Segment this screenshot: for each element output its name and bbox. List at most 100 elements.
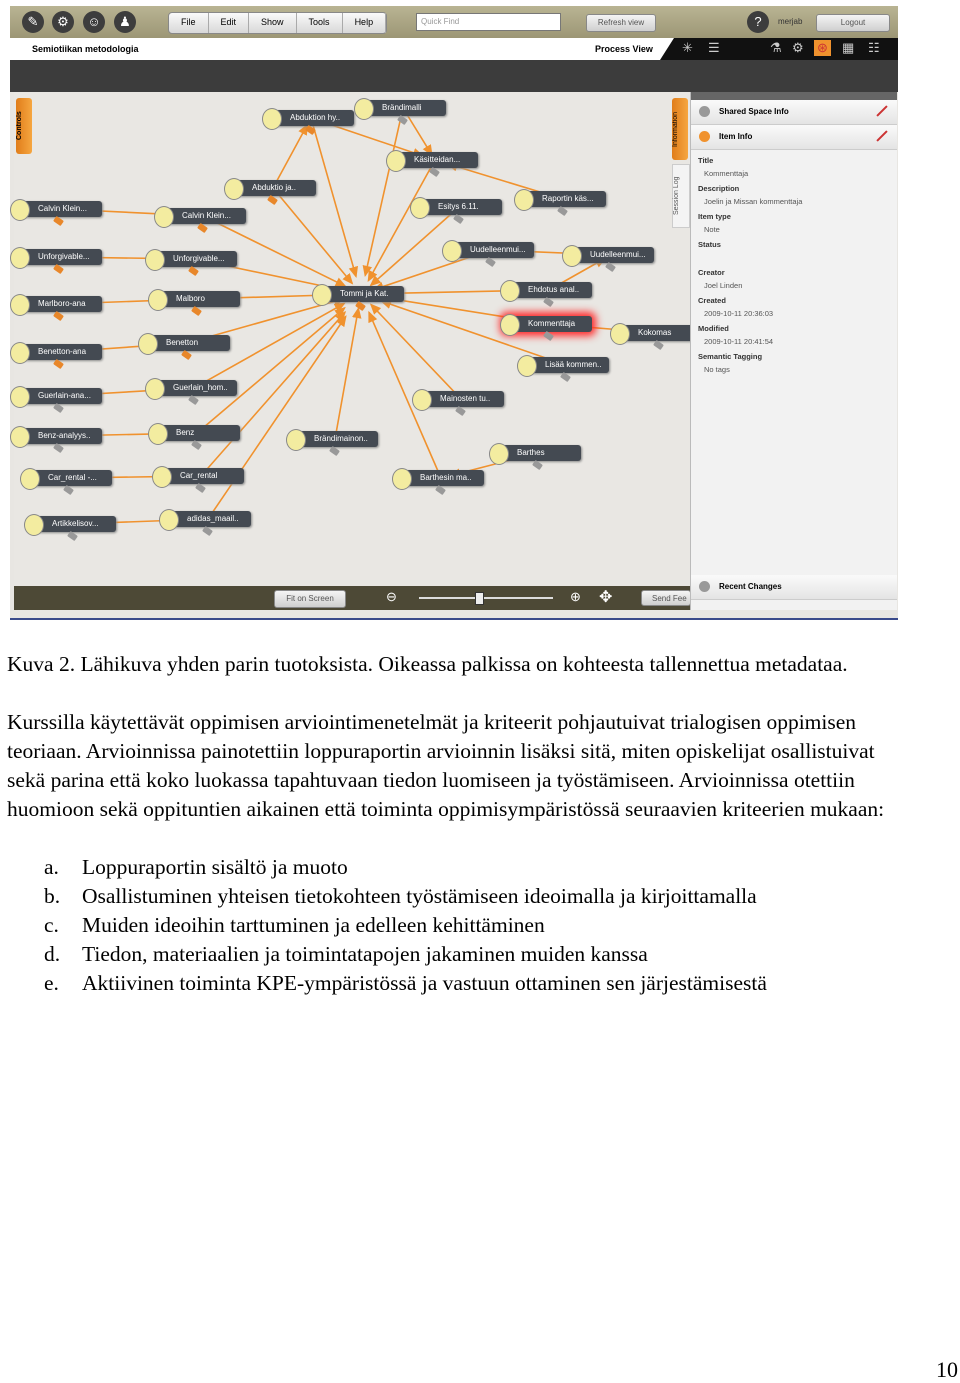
field-label: Description (698, 184, 740, 193)
note-icon (10, 294, 30, 316)
quick-find-input[interactable]: Quick Find (416, 13, 561, 31)
zoom-in-icon[interactable]: ⊕ (570, 589, 581, 605)
flask-icon[interactable]: ⚗ (770, 40, 782, 56)
process-graph-canvas[interactable]: Controls Abduktion hy.. Brändimalli Käsitt… (10, 92, 702, 586)
note-icon (412, 389, 432, 411)
graph-node[interactable]: adidas_maail.. (159, 509, 251, 537)
field-value (704, 253, 897, 262)
menu-help[interactable]: Help (343, 13, 387, 33)
graph-node[interactable]: Benetton (138, 333, 230, 361)
zoom-out-icon[interactable]: ⊖ (386, 589, 397, 605)
graph-node[interactable]: Tommi ja Kat. (312, 284, 404, 312)
note-icon (20, 468, 40, 490)
graph-node[interactable]: Car_rental -... (20, 468, 112, 496)
field-label: Semantic Tagging (698, 352, 763, 361)
grid-view-icon[interactable]: ▦ (842, 40, 854, 56)
note-icon (500, 314, 520, 336)
menu-show[interactable]: Show (249, 13, 297, 33)
zoom-slider-thumb[interactable] (475, 592, 485, 605)
zoom-slider[interactable] (419, 592, 553, 605)
graph-node[interactable]: Abduktion hy.. (262, 108, 354, 136)
process-view-icon[interactable]: ⊛ (814, 40, 831, 56)
graph-node[interactable]: Unforgivable... (145, 249, 237, 277)
graph-node[interactable]: Lisää kommen.. (517, 355, 609, 383)
help-icon[interactable]: ? (747, 11, 769, 33)
graph-node[interactable]: Brändimainon.. (286, 429, 378, 457)
note-icon (154, 206, 174, 228)
menu-tools[interactable]: Tools (297, 13, 343, 33)
node-label: Calvin Klein... (182, 211, 231, 220)
pan-icon[interactable]: ✥ (599, 587, 612, 607)
expand-icon (699, 581, 710, 592)
graph-node[interactable]: Unforgivable... (10, 247, 102, 275)
controls-tab[interactable]: Controls (16, 98, 32, 154)
graph-node[interactable]: Benz (148, 423, 240, 451)
send-feedback-button[interactable]: Send Fee (641, 590, 691, 606)
refresh-view-button[interactable]: Refresh view (586, 14, 656, 32)
graph-node[interactable]: Kokomas (610, 323, 702, 351)
field-label: Modified (698, 324, 729, 333)
note-icon (562, 245, 582, 267)
field-label: Title (698, 156, 714, 165)
menu-file[interactable]: File (169, 13, 209, 33)
item-info-header[interactable]: Item Info (691, 125, 897, 150)
graph-node[interactable]: Uudelleenmui... (562, 245, 654, 273)
group-icon[interactable]: ♟ (114, 11, 136, 33)
network-view-icon[interactable]: ✳ (682, 40, 693, 56)
criteria-item: e. Aktiivinen toiminta KPE-ympäristössä j… (7, 969, 907, 998)
menu-edit[interactable]: Edit (209, 13, 250, 33)
logout-button[interactable]: Logout (816, 14, 890, 32)
field-value: Joelin ja Missan kommenttaja (704, 197, 803, 206)
community-icon[interactable]: ☷ (868, 40, 880, 56)
graph-node[interactable]: Benz-analyys.. (10, 426, 102, 454)
note-icon (514, 189, 534, 211)
graph-node[interactable]: Uudelleenmui... (442, 240, 534, 268)
graph-node[interactable]: Kommenttaja (500, 314, 592, 342)
graph-node[interactable]: Calvin Klein... (10, 199, 102, 227)
note-icon (500, 280, 520, 302)
graph-node[interactable]: Malboro (148, 289, 240, 317)
node-label: Benz-analyys.. (38, 431, 91, 440)
note-icon (10, 199, 30, 221)
graph-node[interactable]: Benetton-ana (10, 342, 102, 370)
graph-node[interactable]: Guerlain-ana... (10, 386, 102, 414)
field-value: 2009-10-11 20:41:54 (704, 337, 774, 346)
edit-icon[interactable] (876, 130, 888, 142)
graph-node[interactable]: Calvin Klein... (154, 206, 246, 234)
note-icon (392, 468, 412, 490)
fit-on-screen-button[interactable]: Fit on Screen (274, 590, 346, 608)
note-icon (489, 443, 509, 465)
session-log-tab[interactable]: Session Log (672, 164, 690, 228)
item-info-label: Item Info (719, 132, 753, 141)
node-label: Käsitteidan... (414, 155, 461, 164)
graph-node[interactable]: Artikkelisov... (24, 514, 116, 542)
gears-icon[interactable]: ⚙ (792, 40, 804, 56)
information-tab[interactable]: Information (672, 98, 688, 160)
user-tools-icon[interactable]: ⚙ (52, 11, 74, 33)
notes-icon[interactable]: ✎ (22, 11, 44, 33)
graph-node[interactable]: Raportin käs... (514, 189, 606, 217)
note-icon (10, 386, 30, 408)
graph-node[interactable]: Car_rental (152, 466, 244, 494)
graph-node[interactable]: Brändimalli (354, 98, 446, 126)
graph-node[interactable]: Barthesin ma.. (392, 468, 484, 496)
graph-node[interactable]: Marlboro-ana (10, 294, 102, 322)
list-view-icon[interactable]: ☰ (708, 40, 720, 56)
graph-edges (58, 107, 660, 525)
graph-node[interactable]: Käsitteidan... (386, 150, 478, 178)
criteria-text: Loppuraportin sisältö ja muoto (82, 855, 348, 879)
note-icon (442, 240, 462, 262)
criteria-list: a. Loppuraportin sisältö ja muoto b. Osalli… (7, 853, 907, 998)
graph-node[interactable]: Mainosten tu.. (412, 389, 504, 417)
edit-icon[interactable] (876, 105, 888, 117)
node-label: Guerlain_hom.. (173, 383, 228, 392)
shared-space-info-header[interactable]: Shared Space Info (691, 100, 897, 125)
graph-node[interactable]: Esitys 6.11. (410, 197, 502, 225)
user-settings-icon[interactable]: ☺ (83, 11, 105, 33)
graph-node[interactable]: Barthes (489, 443, 581, 471)
list-marker: a. (44, 855, 59, 879)
graph-node[interactable]: Abduktio ja.. (224, 178, 316, 206)
graph-node[interactable]: Guerlain_hom.. (145, 378, 237, 406)
recent-changes-header[interactable]: Recent Changes (691, 575, 897, 600)
graph-node[interactable]: Ehdotus anal.. (500, 280, 592, 308)
